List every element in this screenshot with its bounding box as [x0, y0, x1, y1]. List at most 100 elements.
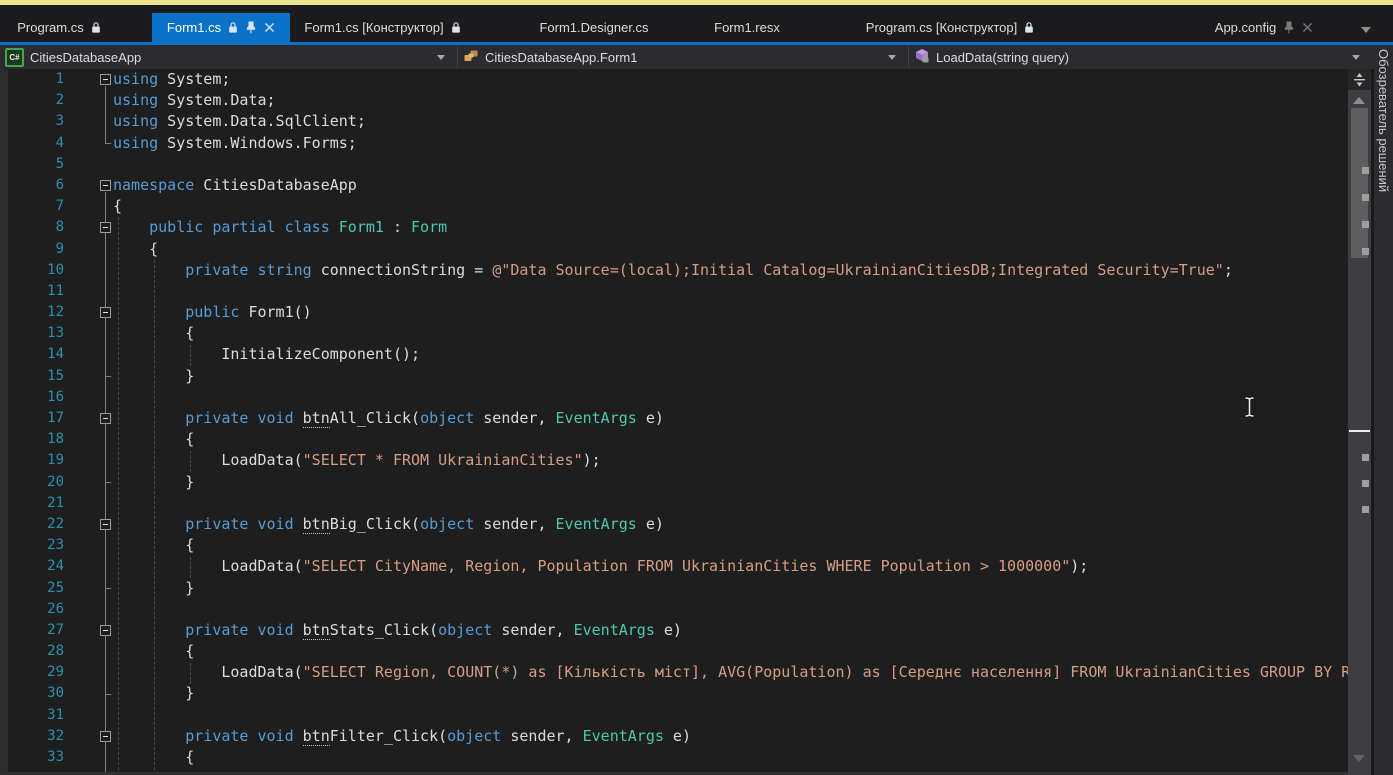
code-line-22[interactable]: 22 private void btnBig_Click(object send…	[0, 514, 1348, 535]
tab-form1.cs[interactable]: Form1.cs	[152, 13, 290, 42]
scrollbar-mark	[1362, 506, 1369, 513]
tab-label: App.config	[1215, 20, 1276, 35]
fold-margin	[64, 90, 113, 111]
code-line-16[interactable]: 16	[0, 387, 1348, 408]
code-line-18[interactable]: 18 {	[0, 429, 1348, 450]
fold-margin	[64, 196, 113, 217]
method-icon	[914, 48, 930, 67]
tab-form1.resx[interactable]: Form1.resx	[683, 13, 811, 42]
line-number: 13	[0, 323, 64, 344]
vertical-scrollbar[interactable]	[1348, 69, 1371, 775]
code-line-27[interactable]: 27 private void btnStats_Click(object se…	[0, 620, 1348, 641]
member-dropdown-arrow-icon[interactable]	[1352, 55, 1360, 60]
project-dropdown-label: CitiesDatabaseApp	[30, 50, 141, 65]
fold-margin	[64, 344, 113, 365]
type-dropdown[interactable]: CitiesDatabaseApp.Form1	[458, 45, 908, 69]
tab-label: Form1.resx	[714, 20, 780, 35]
code-line-17[interactable]: 17 private void btnAll_Click(object send…	[0, 408, 1348, 429]
editor-splitter-handle[interactable]	[1348, 69, 1371, 91]
code-text: using System;	[113, 69, 230, 90]
code-line-3[interactable]: 3using System.Data.SqlClient;	[0, 111, 1348, 132]
project-dropdown[interactable]: C# CitiesDatabaseApp	[0, 45, 457, 69]
code-line-21[interactable]: 21	[0, 493, 1348, 514]
close-icon[interactable]	[264, 22, 275, 33]
code-editor[interactable]: 1using System;2using System.Data;3using …	[0, 69, 1348, 775]
code-line-5[interactable]: 5	[0, 154, 1348, 175]
line-number: 6	[0, 175, 64, 196]
code-line-26[interactable]: 26	[0, 599, 1348, 620]
line-number: 30	[0, 683, 64, 704]
pin-icon[interactable]	[245, 21, 257, 34]
code-navigation-bar: C# CitiesDatabaseApp CitiesDatabaseApp.F…	[0, 45, 1374, 69]
code-text: InitializeComponent();	[113, 344, 420, 365]
scrollbar-up-arrow-icon[interactable]	[1353, 97, 1365, 104]
scrollbar-mark	[1362, 480, 1369, 487]
line-number: 20	[0, 472, 64, 493]
project-dropdown-arrow-icon[interactable]	[437, 55, 445, 60]
fold-margin	[64, 154, 113, 175]
code-line-12[interactable]: 12 public Form1()	[0, 302, 1348, 323]
type-dropdown-arrow-icon[interactable]	[888, 55, 896, 60]
code-line-7[interactable]: 7{	[0, 196, 1348, 217]
code-text: {	[113, 239, 158, 260]
fold-margin	[64, 556, 113, 577]
tab-app.config[interactable]: App.config	[1165, 13, 1363, 42]
solution-explorer-collapsed-tab[interactable]: Обозреватель решений	[1374, 45, 1393, 775]
code-line-8[interactable]: 8 public partial class Form1 : Form	[0, 217, 1348, 238]
pin-icon[interactable]	[1283, 21, 1295, 34]
code-line-30[interactable]: 30 }	[0, 683, 1348, 704]
lock-icon	[451, 21, 461, 34]
code-line-33[interactable]: 33 {	[0, 747, 1348, 768]
code-line-29[interactable]: 29 LoadData("SELECT Region, COUNT(*) as …	[0, 662, 1348, 683]
code-text: {	[113, 323, 194, 344]
code-line-32[interactable]: 32 private void btnFilter_Click(object s…	[0, 726, 1348, 747]
line-number: 16	[0, 387, 64, 408]
code-line-19[interactable]: 19 LoadData("SELECT * FROM UkrainianCiti…	[0, 450, 1348, 471]
code-line-6[interactable]: 6namespace CitiesDatabaseApp	[0, 175, 1348, 196]
code-text: }	[113, 578, 194, 599]
tab-program.cs[interactable]: Program.cs	[0, 13, 118, 42]
fold-margin	[64, 514, 113, 535]
fold-margin	[64, 641, 113, 662]
code-line-15[interactable]: 15 }	[0, 366, 1348, 387]
line-number: 21	[0, 493, 64, 514]
code-line-1[interactable]: 1using System;	[0, 69, 1348, 90]
scrollbar-thumb[interactable]	[1351, 108, 1368, 258]
tab-form1.cs-конструктор-[interactable]: Form1.cs [Конструктор]	[293, 13, 472, 42]
line-number: 15	[0, 366, 64, 387]
code-line-28[interactable]: 28 {	[0, 641, 1348, 662]
scrollbar-mark	[1362, 167, 1369, 174]
code-line-13[interactable]: 13 {	[0, 323, 1348, 344]
fold-margin	[64, 239, 113, 260]
member-dropdown[interactable]: LoadData(string query)	[909, 45, 1374, 69]
code-line-24[interactable]: 24 LoadData("SELECT CityName, Region, Po…	[0, 556, 1348, 577]
csharp-project-icon: C#	[5, 48, 24, 67]
code-line-9[interactable]: 9 {	[0, 239, 1348, 260]
code-line-23[interactable]: 23 {	[0, 535, 1348, 556]
code-text: {	[113, 641, 194, 662]
code-line-2[interactable]: 2using System.Data;	[0, 90, 1348, 111]
line-number: 26	[0, 599, 64, 620]
code-lines: 1using System;2using System.Data;3using …	[0, 69, 1348, 768]
tab-form1.designer.cs[interactable]: Form1.Designer.cs	[505, 13, 683, 42]
code-line-20[interactable]: 20 }	[0, 472, 1348, 493]
tab-program.cs-конструктор-[interactable]: Program.cs [Конструктор]	[843, 13, 1057, 42]
fold-margin	[64, 366, 113, 387]
fold-margin	[64, 683, 113, 704]
code-line-14[interactable]: 14 InitializeComponent();	[0, 344, 1348, 365]
code-line-11[interactable]: 11	[0, 281, 1348, 302]
code-line-4[interactable]: 4using System.Windows.Forms;	[0, 133, 1348, 154]
close-icon[interactable]	[1302, 22, 1313, 33]
fold-margin	[64, 260, 113, 281]
fold-margin	[64, 472, 113, 493]
line-number: 2	[0, 90, 64, 111]
scrollbar-down-arrow-icon[interactable]	[1353, 755, 1365, 762]
code-text: private void btnAll_Click(object sender,…	[113, 408, 664, 429]
code-line-31[interactable]: 31	[0, 705, 1348, 726]
code-line-10[interactable]: 10 private string connectionString = @"D…	[0, 260, 1348, 281]
line-number: 32	[0, 726, 64, 747]
code-line-25[interactable]: 25 }	[0, 578, 1348, 599]
line-number: 28	[0, 641, 64, 662]
line-number: 25	[0, 578, 64, 599]
scrollbar-mark	[1362, 221, 1369, 228]
